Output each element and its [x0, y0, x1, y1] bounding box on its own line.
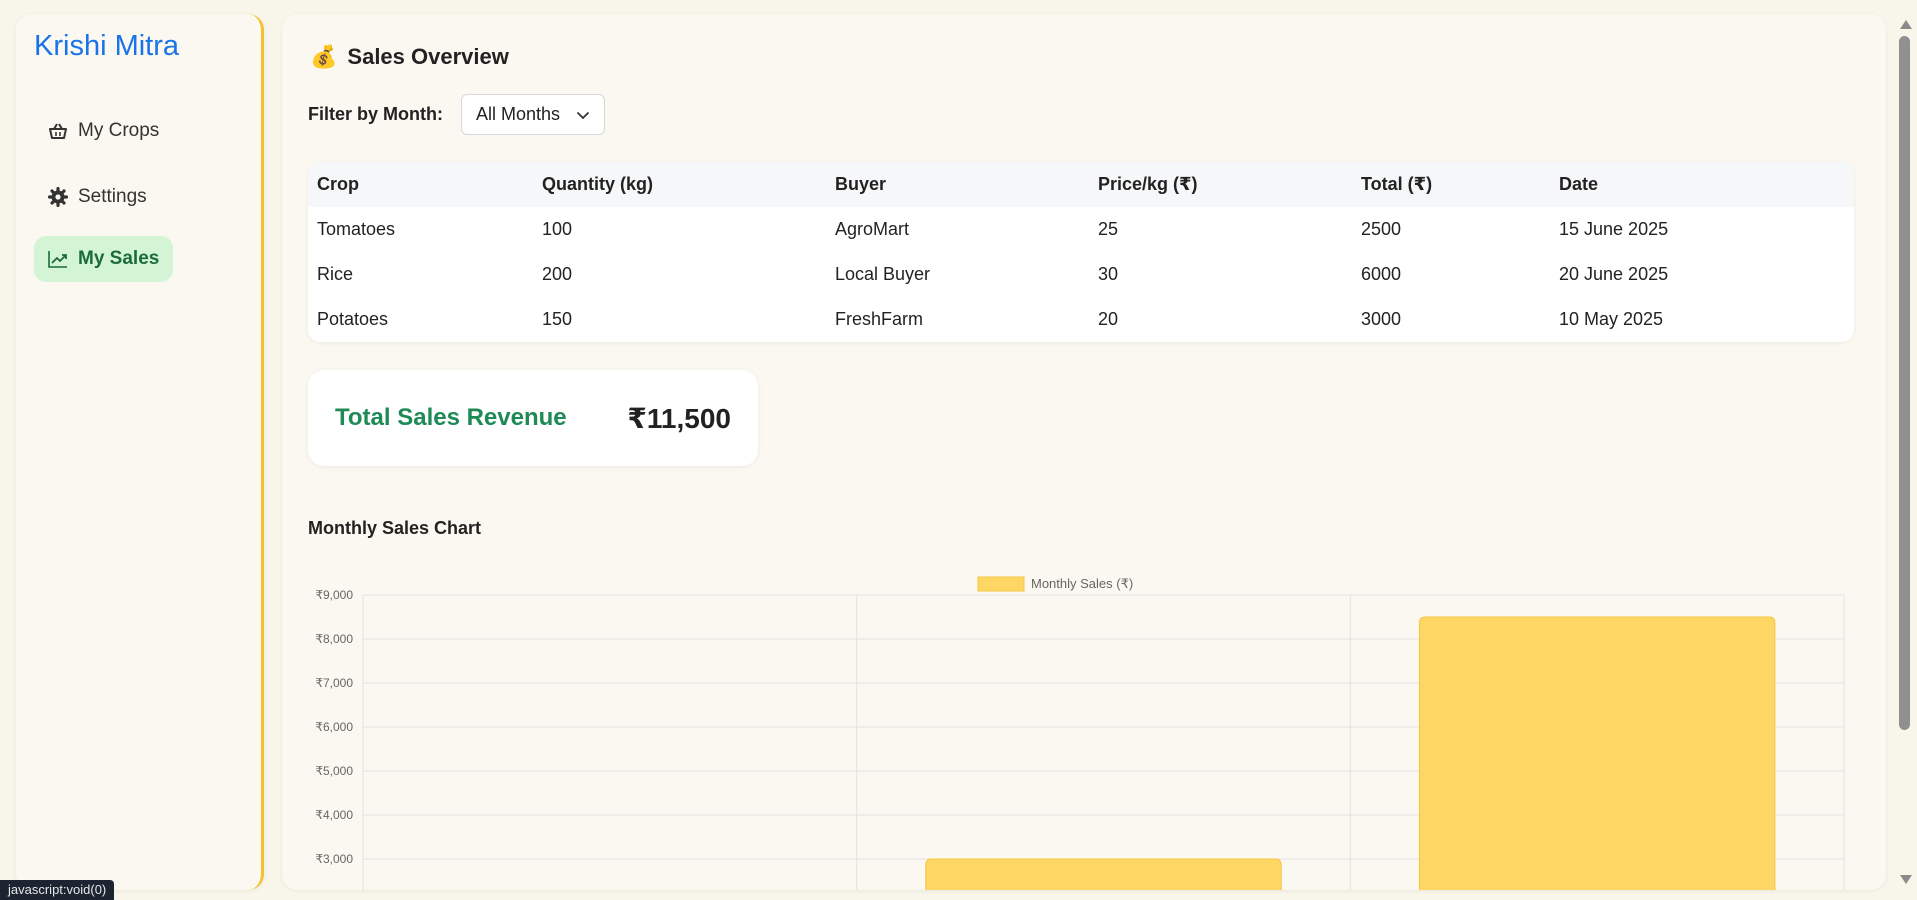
sidebar-item-my-sales[interactable]: My Sales	[34, 236, 174, 282]
table-cell: Rice	[317, 264, 354, 284]
table-cell: 20	[1098, 309, 1119, 329]
sidebar: Krishi Mitra My Crops Settings My Sales	[16, 14, 264, 890]
chart-title: Monthly Sales Chart	[308, 518, 482, 538]
scroll-down-icon[interactable]	[1900, 875, 1912, 884]
sidebar-item-label: Settings	[78, 186, 147, 207]
column-header-total: Total (₹)	[1352, 162, 1550, 207]
table-cell: 10 May 2025	[1559, 309, 1664, 329]
sidebar-item-my-crops[interactable]: My Crops	[34, 108, 173, 154]
sidebar-item-label: My Sales	[78, 248, 160, 269]
filter-label: Filter by Month:	[308, 104, 443, 124]
table-row: Potatoes 150 FreshFarm 20 3000 10 May 20…	[308, 297, 1854, 342]
page-title-text: Sales Overview	[347, 44, 509, 69]
table-cell: AgroMart	[835, 219, 910, 239]
month-filter-value: All Months	[475, 104, 561, 124]
sales-chart: ₹9,000 ₹8,000 ₹7,000 ₹6,000 ₹5,000 ₹4,000 ₹3,0…	[315, 576, 1845, 890]
brand-logo[interactable]: Krishi Mitra	[34, 30, 179, 63]
scroll-up-icon[interactable]	[1900, 20, 1912, 29]
table-cell: 25	[1098, 219, 1119, 239]
y-tick-label: ₹5,000	[315, 764, 353, 778]
money-bag-icon: 💰	[310, 44, 338, 69]
column-header-date: Date	[1550, 162, 1854, 207]
chart-area: ₹9,000 ₹8,000 ₹7,000 ₹6,000 ₹5,000 ₹4,000 ₹3,0…	[308, 556, 1854, 890]
sales-table: Crop Quantity (kg) Buyer Price/kg (₹) To…	[308, 162, 1854, 342]
vertical-scrollbar[interactable]	[1897, 14, 1913, 890]
table-cell: 2500	[1361, 219, 1402, 239]
y-tick-label: ₹6,000	[315, 720, 353, 734]
revenue-value: ₹11,500	[627, 402, 731, 434]
scrollbar-thumb[interactable]	[1899, 36, 1910, 730]
y-tick-label: ₹3,000	[315, 852, 353, 866]
column-header-crop: Crop	[308, 162, 533, 207]
main-content: 💰 Sales Overview Filter by Month: All Mo…	[282, 14, 1886, 890]
sidebar-item-label: My Crops	[78, 120, 160, 141]
table-cell: 20 June 2025	[1559, 264, 1669, 284]
page-title: 💰 Sales Overview	[310, 44, 509, 70]
table-row: Tomatoes 100 AgroMart 25 2500 15 June 20…	[308, 207, 1854, 252]
column-header-price: Price/kg (₹)	[1089, 162, 1352, 207]
month-filter-select[interactable]: All Months	[460, 94, 606, 135]
y-tick-label: ₹4,000	[315, 808, 353, 822]
table-cell: Local Buyer	[835, 264, 931, 284]
sidebar-item-settings[interactable]: Settings	[34, 174, 161, 220]
y-tick-label: ₹8,000	[315, 632, 353, 646]
table-cell: 3000	[1361, 309, 1402, 329]
basket-icon	[48, 121, 68, 141]
table-cell: 200	[542, 264, 573, 284]
table-cell: 30	[1098, 264, 1119, 284]
table-header-row: Crop Quantity (kg) Buyer Price/kg (₹) To…	[308, 162, 1854, 207]
table-row: Rice 200 Local Buyer 30 6000 20 June 202…	[308, 252, 1854, 297]
gear-icon	[48, 187, 68, 207]
bar	[1418, 616, 1776, 890]
y-tick-label: ₹7,000	[315, 676, 353, 690]
column-header-buyer: Buyer	[826, 162, 1089, 207]
trending-up-icon	[48, 249, 68, 269]
status-bar: javascript:void(0)	[0, 880, 115, 900]
table-cell: 150	[542, 309, 573, 329]
table-cell: Tomatoes	[317, 219, 396, 239]
table-cell: 15 June 2025	[1559, 219, 1669, 239]
table-cell: 100	[542, 219, 573, 239]
filter-row: Filter by Month: All Months	[308, 94, 606, 135]
revenue-card: Total Sales Revenue ₹11,500	[308, 370, 758, 466]
bar	[925, 858, 1282, 890]
column-header-quantity: Quantity (kg)	[533, 162, 826, 207]
legend-swatch	[977, 576, 1025, 592]
y-tick-label: ₹9,000	[315, 588, 353, 602]
table-cell: Potatoes	[317, 309, 389, 329]
chevron-down-icon	[576, 104, 590, 125]
table-cell: FreshFarm	[835, 309, 924, 329]
legend-label: Monthly Sales (₹)	[1031, 576, 1133, 591]
table-cell: 6000	[1361, 264, 1402, 284]
revenue-label: Total Sales Revenue	[335, 404, 567, 431]
